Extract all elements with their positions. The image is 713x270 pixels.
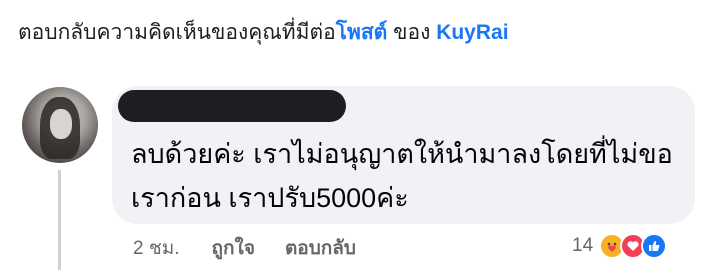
author-link[interactable]: KuyRai xyxy=(436,21,508,44)
like-icon xyxy=(641,233,668,259)
avatar-face xyxy=(50,109,72,139)
post-link[interactable]: โพสต์ xyxy=(336,21,388,44)
thread-line xyxy=(58,170,61,270)
like-button[interactable]: ถูกใจ xyxy=(212,236,255,262)
comment-text: ลบด้วยค่ะ เราไม่อนุญาตให้นำมาลงโดยที่ไม่… xyxy=(131,139,673,213)
reply-button[interactable]: ตอบกลับ xyxy=(285,236,356,262)
reaction-count: 14 xyxy=(572,235,594,256)
avatar[interactable] xyxy=(22,87,98,163)
comment-actions: 2 ชม. ถูกใจ ตอบกลับ xyxy=(133,236,356,262)
reaction-summary[interactable]: 14 xyxy=(572,233,668,259)
header-prefix: ตอบกลับความคิดเห็นของคุณที่มีต่อ xyxy=(18,21,336,44)
header-middle: ของ xyxy=(387,21,437,44)
comment-timestamp[interactable]: 2 ชม. xyxy=(133,236,180,262)
notification-header: ตอบกลับความคิดเห็นของคุณที่มีต่อโพสต์ ขอ… xyxy=(18,18,509,48)
commenter-name-redacted[interactable] xyxy=(118,90,346,122)
